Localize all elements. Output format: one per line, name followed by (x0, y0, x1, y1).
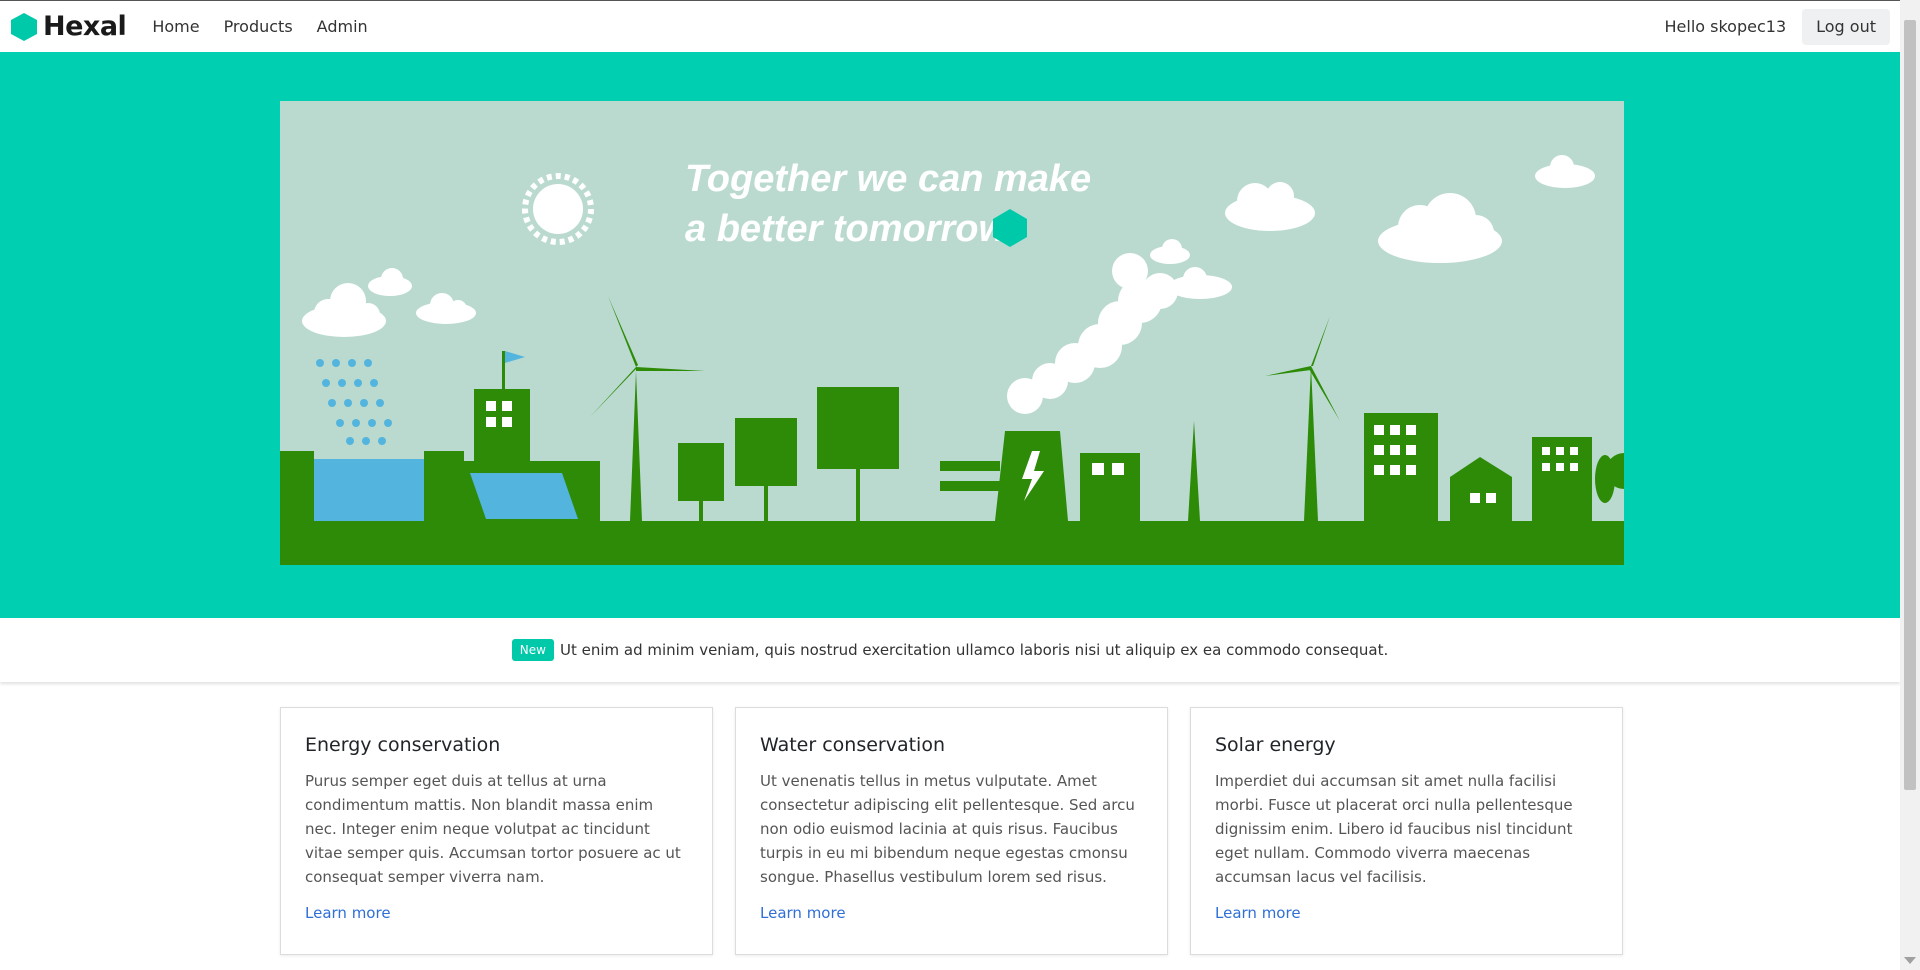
announcement-text: Ut enim ad minim veniam, quis nostrud ex… (559, 641, 1389, 659)
logout-button[interactable]: Log out (1802, 8, 1890, 45)
learn-more-link[interactable]: Learn more (760, 904, 846, 922)
nav-link-admin[interactable]: Admin (305, 17, 380, 36)
feature-cards: Energy conservation Purus semper eget du… (280, 707, 1624, 955)
brand-logo-link[interactable]: Hexal (10, 11, 127, 42)
top-navbar: Hexal Home Products Admin Hello skopec13… (0, 0, 1900, 52)
water-tank (314, 459, 424, 521)
card-text: Purus semper eget duis at tellus at urna… (305, 772, 681, 886)
nav-links: Home Products Admin (140, 17, 379, 36)
card-text: Ut venenatis tellus in metus vulputate. … (760, 772, 1135, 886)
card-solar-energy: Solar energy Imperdiet dui accumsan sit … (1190, 707, 1623, 955)
page-scrollbar[interactable] (1900, 0, 1920, 970)
ground (280, 521, 1624, 565)
green-energy-illustration: Together we can make a better tomorrow (280, 101, 1624, 565)
hero-headline-line1: Together we can make (685, 158, 1091, 200)
nav-link-products[interactable]: Products (212, 17, 305, 36)
card-title: Energy conservation (305, 734, 501, 756)
announcement-bar: New Ut enim ad minim veniam, quis nostru… (0, 618, 1900, 682)
learn-more-link[interactable]: Learn more (305, 904, 391, 922)
solar-roof (470, 473, 578, 519)
card-title: Water conservation (760, 734, 945, 756)
hero-headline-line2: a better tomorrow (685, 208, 1010, 250)
hexagon-logo-icon (11, 12, 37, 41)
card-water-conservation: Water conservation Ut venenatis tellus i… (735, 707, 1168, 955)
brand-name: Hexal (43, 11, 127, 42)
card-text: Imperdiet dui accumsan sit amet nulla fa… (1215, 772, 1573, 886)
hero-banner: Together we can make a better tomorrow (0, 52, 1900, 618)
card-title: Solar energy (1215, 734, 1336, 756)
scrollbar-thumb[interactable] (1904, 20, 1916, 790)
nav-link-home[interactable]: Home (140, 17, 211, 36)
new-badge: New (511, 639, 554, 661)
user-area: Hello skopec13 Log out (1665, 8, 1890, 45)
card-energy-conservation: Energy conservation Purus semper eget du… (280, 707, 713, 955)
user-greeting[interactable]: Hello skopec13 (1665, 17, 1787, 36)
scroll-down-arrow-icon[interactable] (1904, 957, 1916, 964)
learn-more-link[interactable]: Learn more (1215, 904, 1301, 922)
